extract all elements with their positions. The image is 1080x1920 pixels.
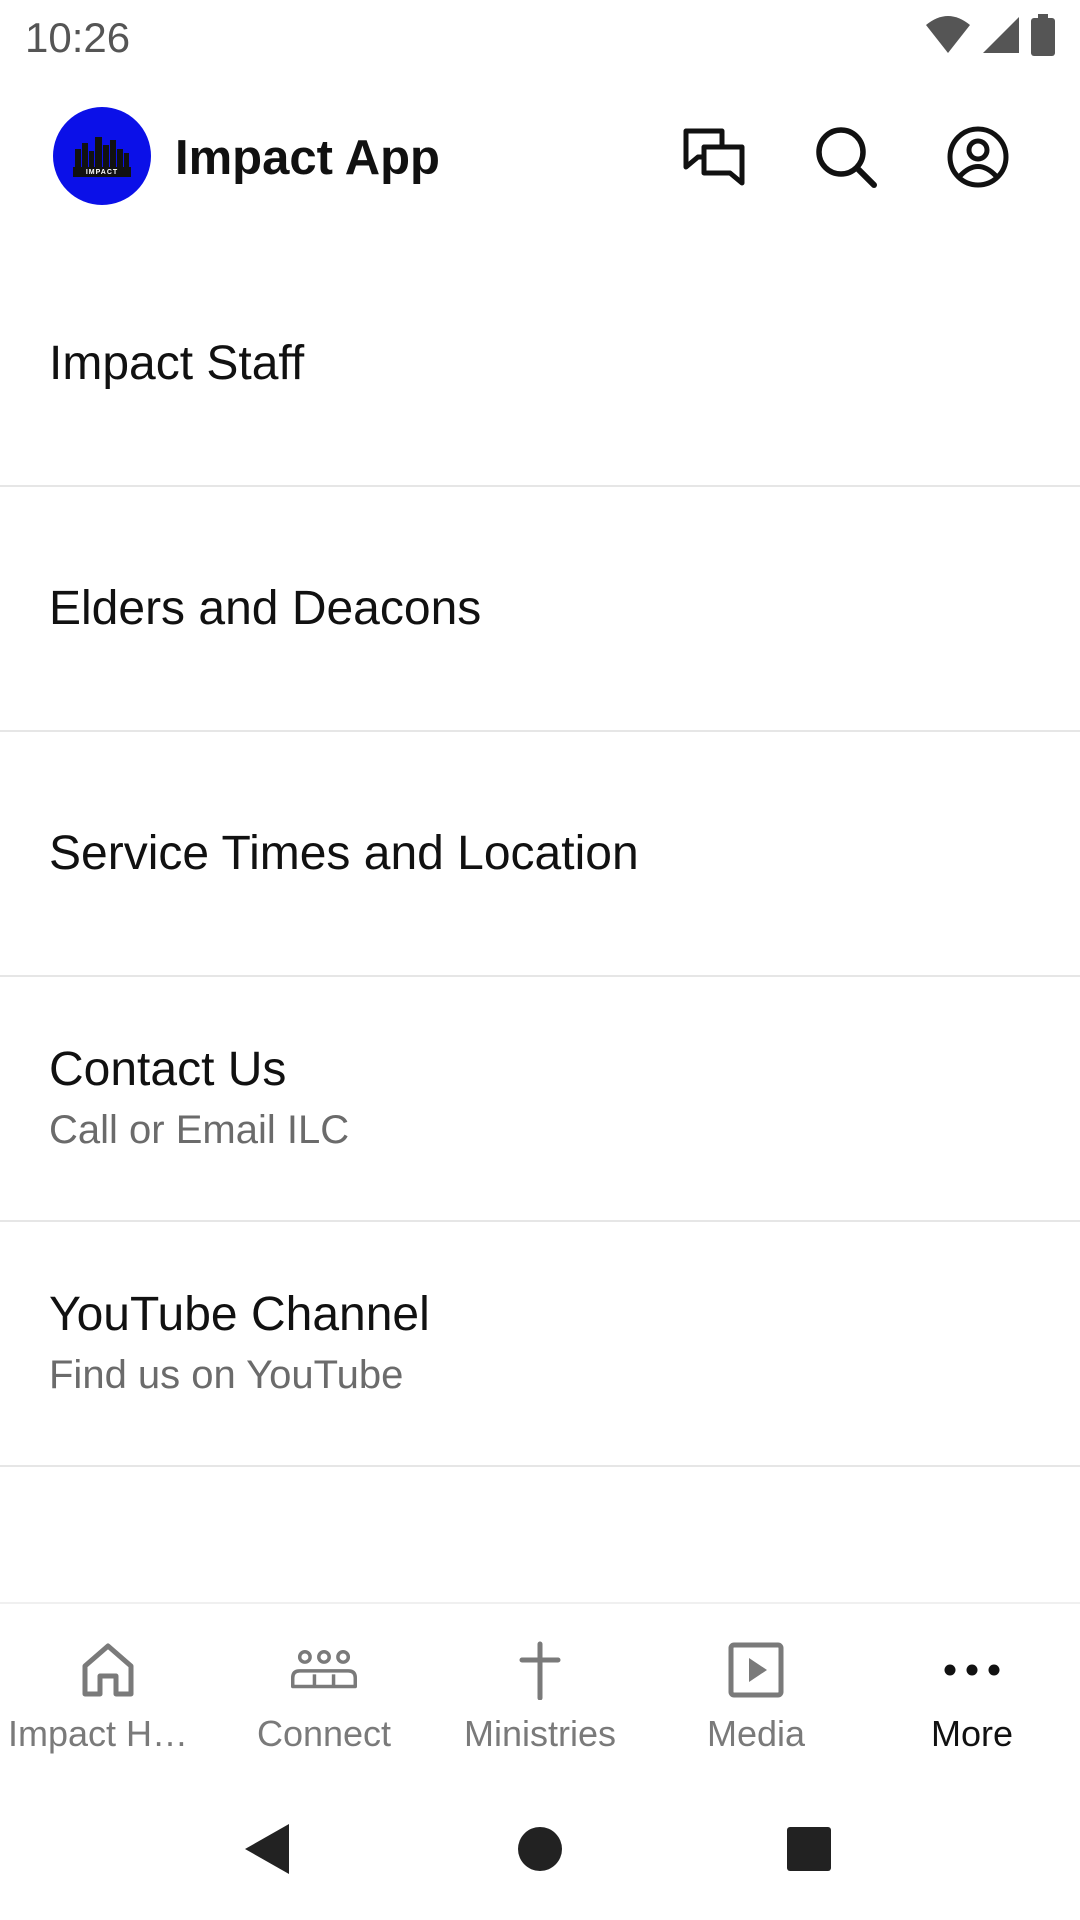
- nav-item-more[interactable]: More: [864, 1604, 1080, 1774]
- wifi-icon: [926, 16, 970, 53]
- cross-icon: [519, 1641, 561, 1700]
- list-item-elders-deacons[interactable]: Elders and Deacons: [0, 487, 1080, 732]
- nav-item-impact-home[interactable]: Impact Home: [0, 1604, 216, 1774]
- home-circle-icon: [518, 1827, 562, 1871]
- list-item-text: Contact Us Call or Email ILC: [49, 1040, 1031, 1158]
- chat-button[interactable]: [679, 122, 749, 192]
- list-item-service-times[interactable]: Service Times and Location: [0, 732, 1080, 977]
- cellular-signal-icon: [983, 17, 1019, 53]
- system-recents-button[interactable]: [774, 1814, 844, 1884]
- group-icon: [291, 1650, 357, 1689]
- recents-square-icon: [787, 1827, 831, 1871]
- status-icons: [925, 14, 1055, 56]
- list-item-title: Impact Staff: [49, 336, 305, 390]
- list-item-title: YouTube Channel: [49, 1287, 430, 1341]
- nav-label: More: [930, 1713, 1014, 1754]
- menu-list: Impact Staff Elders and Deacons Service …: [0, 242, 1080, 1467]
- battery-icon: [1031, 14, 1055, 56]
- list-item-contact-us[interactable]: Contact Us Call or Email ILC: [0, 977, 1080, 1222]
- list-item-text: Impact Staff: [49, 334, 1031, 394]
- nav-label: Connect: [256, 1713, 392, 1754]
- nav-icon-wrap: [939, 1637, 1005, 1703]
- list-item-text: Elders and Deacons: [49, 579, 1031, 639]
- back-triangle-icon: [245, 1824, 289, 1874]
- nav-label: Impact Home: [8, 1713, 208, 1754]
- list-item-text: Service Times and Location: [49, 824, 1031, 884]
- profile-button[interactable]: [943, 122, 1013, 192]
- account-circle-icon: [947, 126, 1009, 188]
- nav-label: Ministries: [463, 1713, 616, 1754]
- nav-item-ministries[interactable]: Ministries: [432, 1604, 648, 1774]
- list-item-subtitle: Find us on YouTube: [49, 1352, 404, 1397]
- screen: 10:26 IMPACT Impact App Impact Staff Eld…: [0, 0, 1080, 1920]
- bottom-nav: Impact Home Connect Ministries Media Mor…: [0, 1602, 1080, 1774]
- app-logo-text: IMPACT: [85, 169, 119, 176]
- nav-icon-wrap: [723, 1637, 789, 1703]
- nav-icon-wrap: [507, 1637, 573, 1703]
- more-icon: [944, 1664, 1000, 1676]
- nav-label: Media: [706, 1713, 806, 1754]
- list-item-impact-staff[interactable]: Impact Staff: [0, 242, 1080, 487]
- nav-icon-wrap: [75, 1637, 141, 1703]
- list-item-title: Service Times and Location: [49, 826, 639, 880]
- nav-icon-wrap: [291, 1637, 357, 1703]
- home-icon: [82, 1643, 134, 1697]
- list-item-subtitle: Call or Email ILC: [49, 1107, 350, 1152]
- search-icon: [816, 127, 877, 188]
- status-time: 10:26: [25, 14, 131, 61]
- list-item-youtube-channel[interactable]: YouTube Channel Find us on YouTube: [0, 1222, 1080, 1467]
- list-item-title: Elders and Deacons: [49, 581, 482, 635]
- play-icon: [728, 1642, 784, 1698]
- app-bar: IMPACT Impact App: [0, 100, 1080, 216]
- system-home-button[interactable]: [505, 1814, 575, 1884]
- nav-item-connect[interactable]: Connect: [216, 1604, 432, 1774]
- nav-item-media[interactable]: Media: [648, 1604, 864, 1774]
- list-item-title: Contact Us: [49, 1042, 287, 1096]
- app-title: Impact App: [175, 131, 440, 185]
- system-back-button[interactable]: [232, 1814, 302, 1884]
- search-button[interactable]: [811, 122, 881, 192]
- list-item-text: YouTube Channel Find us on YouTube: [49, 1285, 1031, 1403]
- status-bar: 10:26: [0, 0, 1080, 76]
- chat-icon: [683, 128, 745, 186]
- system-nav-bar: [0, 1780, 1080, 1920]
- app-logo[interactable]: IMPACT: [53, 107, 151, 205]
- city-skyline-icon: [73, 137, 131, 177]
